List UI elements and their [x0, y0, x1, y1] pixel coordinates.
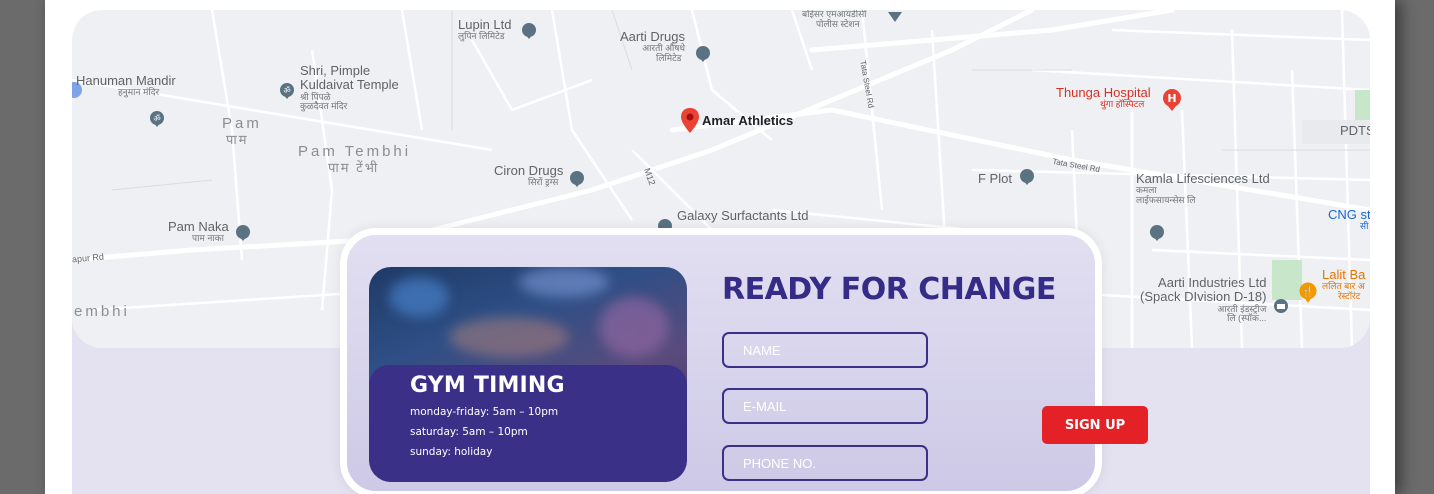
thunga-name: Thunga Hospital: [1056, 85, 1151, 100]
pam-naka-name: Pam Naka: [168, 219, 229, 234]
lupin-name-sub: लुपिन लिमिटेड: [458, 31, 505, 42]
place-pin-icon[interactable]: [520, 22, 538, 40]
aarti-ind-sub2: लि (स्पॉक...: [1227, 313, 1267, 324]
building-pin-icon[interactable]: [1272, 298, 1290, 316]
kamla-name: Kamla Lifesciences Ltd: [1136, 171, 1270, 186]
sign-up-button[interactable]: SIGN UP: [1042, 406, 1148, 444]
map-label-shri-pimple-temple[interactable]: Shri, Pimple Kuldaivat Temple श्री पिंपळ…: [300, 63, 399, 112]
kamla-sub2: लाईफसायन्सेस लि: [1136, 195, 1196, 206]
place-pin-icon[interactable]: [234, 224, 252, 242]
map-label-hanuman-mandir[interactable]: Hanuman Mandir हनुमान मंदिर: [76, 73, 176, 98]
map-label-pam: Pam पाम: [222, 115, 262, 147]
lalit-sub2: रेस्टॉरंट: [1338, 291, 1361, 302]
police-pin-icon[interactable]: [886, 10, 904, 28]
map-label-embhi: embhi: [74, 303, 130, 320]
gym-timing-panel: GYM TIMING monday-friday: 5am – 10pm sat…: [369, 365, 687, 482]
aarti-ind-name2: (Spack DIvision D-18): [1140, 289, 1267, 305]
place-pin-icon[interactable]: [1018, 168, 1036, 186]
pam-sub: पाम: [226, 131, 249, 147]
ciron-name: Ciron Drugs: [494, 163, 564, 178]
map-label-cng-station[interactable]: CNG st सी: [1328, 207, 1370, 232]
svg-text:H: H: [1167, 92, 1176, 105]
form-title: READY FOR CHANGE: [722, 272, 1056, 307]
phone-field[interactable]: [722, 445, 928, 481]
map-label-pam-naka[interactable]: Pam Naka पाम नाका: [168, 219, 229, 244]
cng-name: CNG st: [1328, 207, 1370, 222]
svg-text:🍴: 🍴: [1302, 285, 1314, 298]
aarti-drugs-name: Aarti Drugs: [620, 29, 686, 44]
aarti-drugs-sub2: लिमिटेड: [656, 53, 682, 64]
shri-pimple-sub2: कुळदैवत मंदिर: [300, 101, 348, 112]
map-label-f-plot[interactable]: F Plot: [978, 171, 1012, 186]
pam-naka-sub: पाम नाका: [192, 233, 224, 244]
cng-sub: सी: [1360, 221, 1369, 232]
hospital-pin-icon[interactable]: H: [1162, 88, 1182, 112]
shri-pimple-name1: Shri, Pimple: [300, 63, 371, 78]
pam-name: Pam: [222, 115, 262, 132]
place-pin-icon[interactable]: [568, 170, 586, 188]
place-pin-icon[interactable]: [1148, 224, 1166, 242]
location-pin-icon[interactable]: [680, 108, 700, 134]
gym-timing-title: GYM TIMING: [410, 373, 565, 398]
map-label-pdts: PDTS: [1340, 123, 1370, 138]
temple-pin-icon[interactable]: ॐ: [148, 110, 166, 128]
lupin-name: Lupin Ltd: [458, 17, 512, 32]
police-sub2: पोलीस स्टेशन: [816, 18, 860, 29]
map-label-kamla-lifesciences[interactable]: Kamla Lifesciences Ltd कमला लाईफसायन्सेस…: [1136, 171, 1270, 206]
email-field[interactable]: [722, 388, 928, 424]
place-pin-icon[interactable]: [694, 45, 712, 63]
map-label-ciron-drugs[interactable]: Ciron Drugs सिरों ड्रग्स: [494, 163, 564, 188]
aarti-ind-name1: Aarti Industries Ltd: [1158, 275, 1267, 290]
map-label-amar-athletics[interactable]: Amar Athletics: [702, 113, 793, 128]
timing-weekdays: monday-friday: 5am – 10pm: [410, 406, 559, 418]
name-field[interactable]: [722, 332, 928, 368]
timing-sunday: sunday: holiday: [410, 446, 493, 458]
pam-tembhi-sub: पाम टेंभी: [328, 159, 380, 175]
map-label-lalit-bar[interactable]: Lalit Ba ललित बार अ रेस्टॉरंट: [1322, 267, 1365, 302]
svg-text:ॐ: ॐ: [283, 86, 290, 95]
gym-photo: GYM TIMING monday-friday: 5am – 10pm sat…: [369, 267, 687, 482]
timing-saturday: saturday: 5am – 10pm: [410, 426, 528, 438]
map-label-aarti-drugs[interactable]: Aarti Drugs आरती औषधे लिमिटेड: [620, 29, 686, 64]
hanuman-name: Hanuman Mandir: [76, 73, 176, 88]
temple-pin-icon[interactable]: ॐ: [278, 82, 296, 100]
map-label-thunga-hospital[interactable]: Thunga Hospital थुंगा हॉस्पिटल: [1056, 85, 1151, 110]
shri-pimple-name2: Kuldaivat Temple: [300, 77, 399, 93]
map-label-police-station[interactable]: बोईसर एमआयडीसी पोलीस स्टेशन: [802, 10, 867, 30]
pam-tembhi-name: Pam Tembhi: [298, 143, 412, 160]
map-label-pam-tembhi: Pam Tembhi पाम टेंभी: [298, 143, 412, 175]
ciron-sub: सिरों ड्रग्स: [528, 177, 559, 188]
svg-text:ॐ: ॐ: [153, 114, 160, 123]
map-label-lupin[interactable]: Lupin Ltd लुपिन लिमिटेड: [458, 17, 512, 42]
thunga-sub: थुंगा हॉस्पिटल: [1100, 99, 1145, 110]
map-label-aarti-industries[interactable]: Aarti Industries Ltd (Spack DIvision D-1…: [1140, 275, 1267, 324]
hanuman-sub: हनुमान मंदिर: [118, 87, 160, 98]
map-label-galaxy-surfactants[interactable]: Galaxy Surfactants Ltd: [677, 208, 809, 223]
restaurant-pin-icon[interactable]: 🍴: [1298, 282, 1318, 304]
